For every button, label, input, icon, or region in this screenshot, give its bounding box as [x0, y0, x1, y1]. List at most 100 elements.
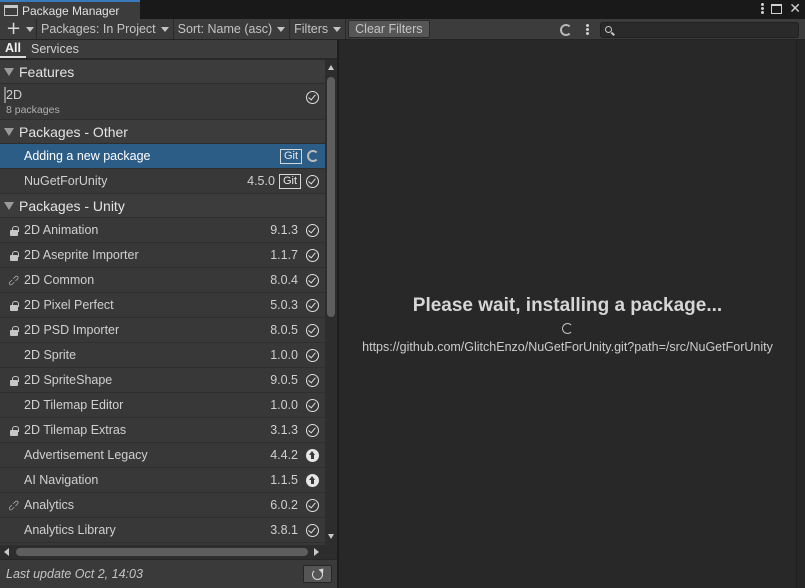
- maximize-icon[interactable]: [771, 3, 783, 14]
- list-item[interactable]: 2D Pixel Perfect 5.0.3: [0, 293, 325, 318]
- toolbar: + Packages: In Project Sort: Name (asc) …: [0, 19, 805, 40]
- details-panel: Please wait, installing a package... htt…: [339, 40, 796, 588]
- scroll-up-icon[interactable]: [328, 65, 334, 70]
- package-name: 2D Animation: [24, 223, 99, 237]
- expand-triangle-icon[interactable]: [4, 201, 14, 210]
- packages-dropdown[interactable]: Packages: In Project: [37, 19, 174, 39]
- list-item[interactable]: AI Navigation 1.1.5: [0, 468, 325, 493]
- close-icon[interactable]: ✕: [789, 2, 801, 16]
- list-item[interactable]: 2D Tilemap Editor 1.0.0: [0, 393, 325, 418]
- install-package-url: https://github.com/GlitchEnzo/NuGetForUn…: [362, 340, 773, 354]
- package-version: 4.4.2: [270, 448, 298, 462]
- installed-check-icon: [306, 248, 319, 262]
- installed-check-icon: [306, 91, 319, 104]
- package-name: Adding a new package: [24, 149, 151, 163]
- window-menu-icon[interactable]: [761, 3, 765, 14]
- tab-all[interactable]: All: [0, 40, 26, 58]
- package-name: NuGetForUnity: [24, 174, 108, 188]
- last-update-text: Last update Oct 2, 14:03: [6, 567, 143, 581]
- lock-icon: [10, 425, 19, 436]
- package-version: 1.1.5: [270, 473, 298, 487]
- package-version: 3.1.3: [270, 423, 298, 437]
- package-name: 2D Aseprite Importer: [24, 248, 139, 262]
- package-name: Analytics Library: [24, 523, 116, 537]
- list-item[interactable]: NuGetForUnity 4.5.0 Git: [0, 169, 325, 194]
- list-item[interactable]: 2D Aseprite Importer 1.1.7: [0, 243, 325, 268]
- expand-triangle-icon[interactable]: [4, 127, 14, 136]
- window-tab[interactable]: Package Manager: [0, 0, 140, 19]
- window-titlebar: Package Manager ✕: [0, 0, 805, 19]
- link-icon: ⊂⊃: [6, 272, 22, 288]
- list-item[interactable]: 2D Animation 9.1.3: [0, 218, 325, 243]
- scroll-thumb[interactable]: [327, 77, 335, 317]
- list-item[interactable]: ⊂⊃ 2D Common 8.0.4: [0, 268, 325, 293]
- group-header-features[interactable]: Features: [0, 60, 325, 84]
- package-version: 9.1.3: [270, 223, 298, 237]
- more-options-icon[interactable]: [586, 24, 589, 35]
- group-header-packages-other[interactable]: Packages - Other: [0, 120, 325, 144]
- unity-package-rows: 2D Animation 9.1.3 2D Aseprite Importer 1.1…: [0, 218, 325, 543]
- link-icon: ⊂⊃: [6, 497, 22, 513]
- package-name: 2D Tilemap Extras: [24, 423, 127, 437]
- horizontal-scrollbar[interactable]: [0, 545, 325, 559]
- lock-icon: [10, 325, 19, 336]
- list-item[interactable]: 2D 8 packages: [0, 84, 325, 120]
- package-name: 2D Common: [24, 273, 95, 287]
- tab-services[interactable]: Services: [26, 40, 84, 58]
- package-tabs: All Services: [0, 40, 337, 58]
- package-name: 2D SpriteShape: [24, 373, 113, 387]
- scroll-thumb[interactable]: [16, 548, 308, 556]
- group-label: Packages - Unity: [19, 197, 125, 214]
- installed-check-icon: [306, 323, 319, 337]
- list-item[interactable]: Advertisement Legacy 4.4.2: [0, 443, 325, 468]
- list-item[interactable]: ⊂⊃ Analytics 6.0.2: [0, 493, 325, 518]
- installed-check-icon: [306, 523, 319, 537]
- package-name: 2D: [6, 88, 22, 102]
- chevron-down-icon: [277, 26, 286, 32]
- add-package-button[interactable]: +: [0, 19, 37, 39]
- list-item[interactable]: Adding a new package Git: [0, 144, 325, 169]
- vertical-scrollbar[interactable]: [325, 60, 337, 545]
- installed-check-icon: [306, 498, 319, 512]
- package-name: Advertisement Legacy: [24, 448, 148, 462]
- filters-dropdown-label: Filters: [294, 22, 329, 36]
- package-version: 8.0.5: [270, 323, 298, 337]
- list-item[interactable]: 2D Sprite 1.0.0: [0, 343, 325, 368]
- list-item[interactable]: Analytics Library 3.8.1: [0, 518, 325, 543]
- package-version: 9.0.5: [270, 373, 298, 387]
- group-header-packages-unity[interactable]: Packages - Unity: [0, 194, 325, 218]
- package-name: 2D PSD Importer: [24, 323, 120, 337]
- window-icon: [4, 5, 18, 16]
- list-footer: Last update Oct 2, 14:03: [0, 559, 337, 588]
- installed-check-icon: [306, 423, 319, 437]
- refresh-button[interactable]: [303, 565, 332, 583]
- lock-icon: [10, 225, 19, 236]
- package-name: 2D Tilemap Editor: [24, 398, 124, 412]
- scroll-right-icon[interactable]: [314, 548, 319, 556]
- chevron-down-icon: [333, 26, 342, 32]
- loading-spinner-icon: [562, 323, 573, 334]
- packages-dropdown-label: Packages: In Project: [41, 22, 156, 36]
- installed-check-icon: [306, 223, 319, 237]
- git-badge: Git: [278, 173, 301, 189]
- list-item[interactable]: 2D PSD Importer 8.0.5: [0, 318, 325, 343]
- expand-triangle-icon[interactable]: [4, 67, 14, 76]
- scroll-down-icon[interactable]: [328, 534, 334, 539]
- scroll-left-icon[interactable]: [4, 548, 9, 556]
- search-icon: [605, 25, 612, 33]
- installed-check-icon: [306, 273, 319, 287]
- filters-dropdown[interactable]: Filters: [290, 19, 347, 39]
- package-version: 6.0.2: [270, 498, 298, 512]
- package-version: 1.0.0: [270, 348, 298, 362]
- plus-icon: +: [6, 18, 22, 39]
- window-controls: ✕: [761, 0, 801, 17]
- package-version: 4.5.0: [247, 174, 275, 188]
- update-available-icon: [306, 448, 319, 462]
- list-item[interactable]: 2D SpriteShape 9.0.5: [0, 368, 325, 393]
- clear-filters-button[interactable]: Clear Filters: [348, 20, 430, 38]
- list-item[interactable]: 2D Tilemap Extras 3.1.3: [0, 418, 325, 443]
- search-input[interactable]: [600, 21, 799, 38]
- window-title: Package Manager: [22, 3, 120, 18]
- installed-check-icon: [306, 298, 319, 312]
- sort-dropdown[interactable]: Sort: Name (asc): [174, 19, 291, 39]
